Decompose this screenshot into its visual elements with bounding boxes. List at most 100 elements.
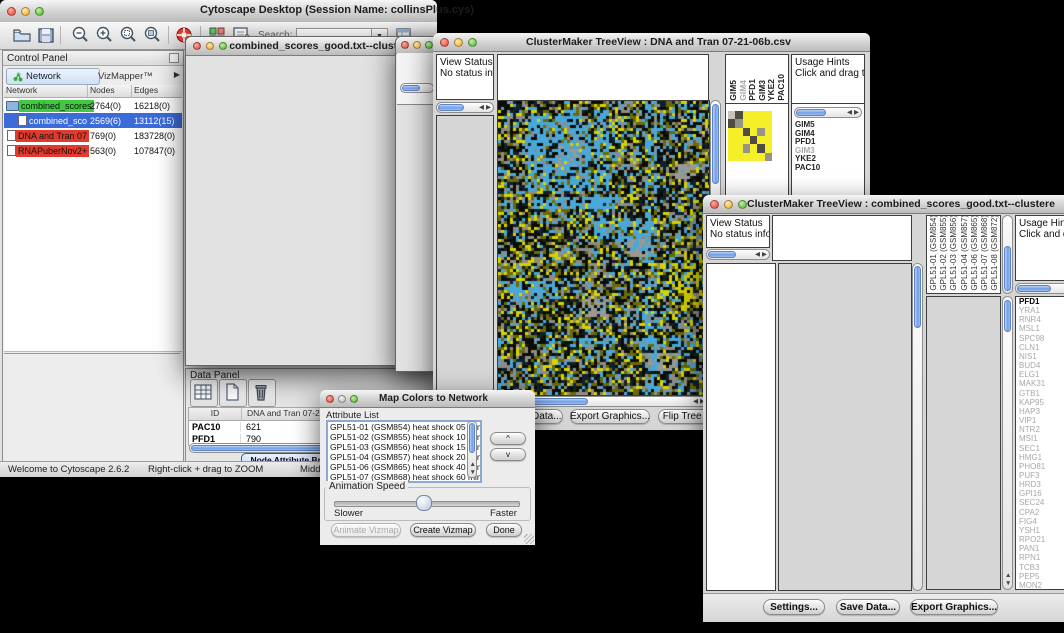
main-titlebar[interactable]: Cytoscape Desktop (Session Name: collins…	[0, 0, 437, 23]
zoom-out-icon[interactable]	[70, 25, 90, 45]
usage-hints-scrollbar[interactable]: ◀▶	[794, 107, 862, 118]
network-row[interactable]: DNA and Tran 07 769(0) 183728(0)	[4, 128, 182, 143]
minimize-button[interactable]	[454, 38, 463, 47]
attribute-list-item[interactable]: GPL51-04 (GSM857) heat shock 20 min	[328, 452, 480, 462]
zoom-heatmap[interactable]	[926, 296, 1001, 590]
gene-labels: PFD1YRA1RNR4MSL1SPC98CLN1NIS1BUD4ELG1MAK…	[1016, 297, 1064, 590]
zoom-button[interactable]	[468, 38, 477, 47]
faster-label: Faster	[490, 508, 517, 519]
birdseye-view[interactable]	[4, 353, 180, 462]
folder-icon	[6, 101, 19, 111]
column-dendrogram[interactable]	[497, 54, 709, 101]
zoom-in-icon[interactable]	[94, 25, 114, 45]
window-title: ClusterMaker TreeView : DNA and Tran 07-…	[477, 36, 840, 48]
network-edges: 16218(0)	[134, 101, 170, 111]
close-button[interactable]	[326, 395, 334, 403]
move-up-button[interactable]: ^	[490, 432, 526, 445]
control-panel: Control Panel Network VizMapper™ ▶ Netwo…	[2, 50, 184, 462]
global-heatmap[interactable]	[778, 263, 912, 591]
column-labels-scrollbar[interactable]	[1002, 215, 1013, 294]
delete-icon[interactable]	[248, 379, 276, 407]
treeview2-titlebar[interactable]: ClusterMaker TreeView : combined_scores_…	[703, 195, 1064, 214]
control-panel-title: Control Panel	[3, 51, 183, 66]
zoom-button[interactable]	[35, 7, 44, 16]
resize-grip[interactable]	[524, 534, 534, 544]
network-row[interactable]: combined_sco 2569(6) 13112(15)	[4, 113, 182, 128]
row-dendrogram[interactable]	[706, 263, 776, 591]
usage-hints-panel: Usage HintsClick and drag to	[1015, 215, 1064, 281]
zoom-button[interactable]	[738, 200, 747, 209]
slider-thumb[interactable]	[416, 495, 432, 511]
move-down-button[interactable]: v	[490, 448, 526, 461]
network-tab-icon	[13, 72, 23, 82]
zoom-button[interactable]	[350, 395, 358, 403]
done-button[interactable]: Done	[486, 523, 522, 537]
network-edges: 13112(15)	[134, 116, 174, 126]
minimize-button[interactable]	[206, 42, 214, 50]
minimize-button[interactable]	[21, 7, 30, 16]
zoom-fit-icon[interactable]	[142, 25, 162, 45]
attribute-list-item[interactable]: GPL51-02 (GSM855) heat shock 10 min	[328, 432, 480, 442]
network-nodes: 563(0)	[90, 146, 116, 156]
slower-label: Slower	[334, 508, 363, 519]
column-dendrogram-panel	[772, 215, 912, 261]
global-heatmap[interactable]	[497, 100, 710, 396]
zoom-column-labels: GIM5GIM4PFD1GIM3YKE2PAC10	[728, 74, 785, 101]
attribute-list-scrollbar[interactable]: ▲▼	[467, 421, 477, 478]
hidden-panel-scrollbar[interactable]	[400, 83, 434, 93]
tab-network[interactable]: Network	[6, 68, 100, 85]
network-edges: 107847(0)	[134, 146, 175, 156]
zoom-row-labels: GIM5GIM4PFD1GIM3YKE2PAC10	[795, 121, 820, 173]
open-session-icon[interactable]	[12, 25, 32, 45]
network-edges: 183728(0)	[134, 131, 175, 141]
network-nodes: 769(0)	[90, 131, 116, 141]
create-vizmap-button[interactable]: Create Vizmap	[410, 523, 476, 537]
table-icon[interactable]	[190, 379, 218, 407]
close-button[interactable]	[710, 200, 719, 209]
status-message: Welcome to Cytoscape 2.6.2	[8, 464, 129, 475]
minimize-button[interactable]	[338, 395, 346, 403]
treeview1-titlebar[interactable]: ClusterMaker TreeView : DNA and Tran 07-…	[433, 33, 870, 52]
window-title: Map Colors to Network	[358, 393, 509, 404]
view-status-scrollbar[interactable]: ◀▶	[436, 102, 494, 113]
close-button[interactable]	[193, 42, 201, 50]
network-list-header: Network Nodes Edges	[4, 85, 182, 98]
attribute-list-item[interactable]: GPL51-03 (GSM856) heat shock 15 min	[328, 442, 480, 452]
network-row[interactable]: RNAPuberNov2+ 563(0) 107847(0)	[4, 143, 182, 158]
save-session-icon[interactable]	[36, 25, 56, 45]
zoom-button[interactable]	[425, 41, 433, 49]
document-icon	[7, 145, 16, 156]
row-dendrogram[interactable]	[436, 115, 494, 396]
animate-vizmap-button[interactable]: Animate Vizmap	[331, 523, 401, 537]
zoom-heatmap[interactable]	[728, 111, 772, 161]
attribute-list-item[interactable]: GPL51-01 (GSM854) heat shock 05 min	[328, 422, 480, 432]
attribute-list-item[interactable]: GPL51-06 (GSM865) heat shock 40 min	[328, 462, 480, 472]
dialog-titlebar[interactable]: Map Colors to Network	[320, 390, 535, 408]
view-status-scrollbar[interactable]: ◀▶	[706, 249, 770, 260]
zoom-selected-icon[interactable]	[118, 25, 138, 45]
tab-vizmapper[interactable]: VizMapper™	[91, 68, 177, 85]
export-graphics-button[interactable]: Export Graphics...	[570, 409, 650, 424]
zoom-button[interactable]	[219, 42, 227, 50]
network-row[interactable]: combined_scores 2764(0) 16218(0)	[4, 98, 182, 113]
tab-overflow-arrow[interactable]: ▶	[174, 70, 180, 79]
animation-speed-label: Animation Speed	[326, 481, 408, 492]
zoom-vscrollbar[interactable]: ▲▼	[1002, 296, 1013, 590]
minimize-button[interactable]	[724, 200, 733, 209]
treeview2-window: ClusterMaker TreeView : combined_scores_…	[703, 195, 1064, 622]
window-title: ClusterMaker TreeView : combined_scores_…	[747, 198, 1055, 210]
usage-hints-scrollbar[interactable]	[1015, 283, 1064, 294]
minimize-button[interactable]	[413, 41, 421, 49]
new-document-icon[interactable]	[219, 379, 247, 407]
save-data-button[interactable]: Save Data...	[836, 599, 900, 615]
network-nodes: 2569(6)	[90, 116, 121, 126]
export-graphics-button[interactable]: Export Graphics...	[910, 599, 998, 615]
window-title: Cytoscape Desktop (Session Name: collins…	[200, 4, 474, 16]
window-title: combined_scores_good.txt--cluste...	[227, 40, 414, 52]
close-button[interactable]	[440, 38, 449, 47]
close-button[interactable]	[401, 41, 409, 49]
settings-button[interactable]: Settings...	[763, 599, 825, 615]
heatmap-vscrollbar[interactable]	[912, 263, 923, 591]
float-panel-icon[interactable]	[169, 53, 179, 63]
close-button[interactable]	[7, 7, 16, 16]
